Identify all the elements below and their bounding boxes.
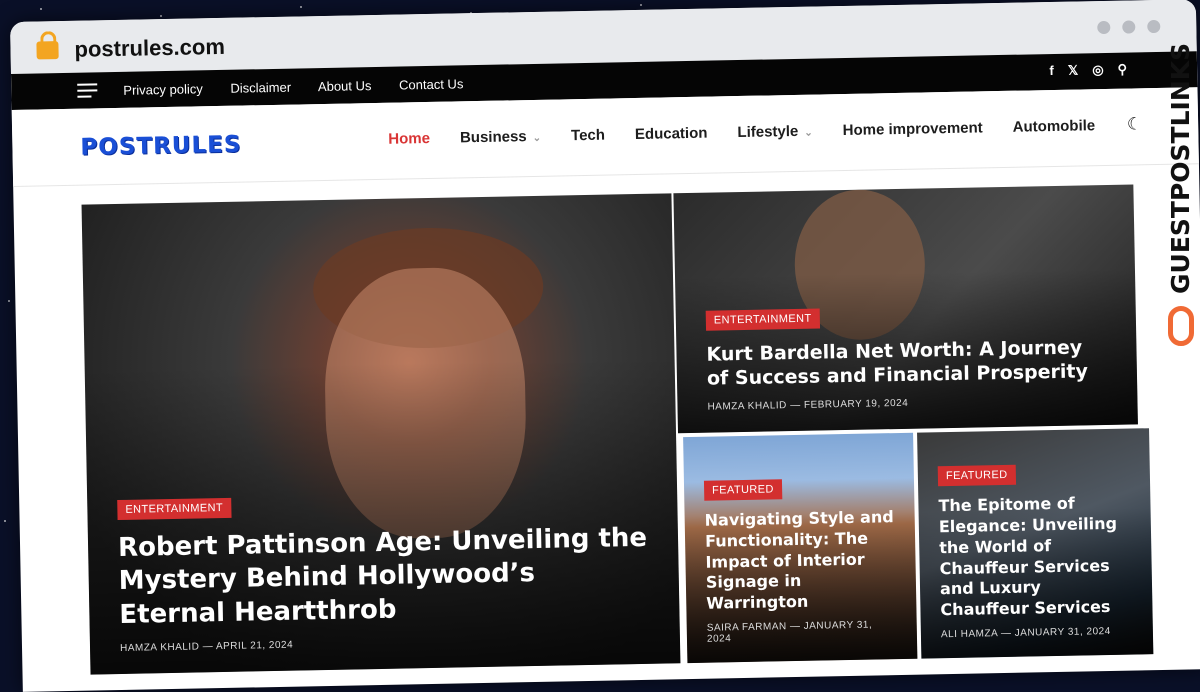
nav-item-education[interactable]: Education [635, 125, 708, 143]
article-date: FEBRUARY 19, 2024 [803, 397, 909, 411]
featured-article-card[interactable]: FEATURED Navigating Style and Functional… [683, 432, 918, 664]
article-date: APRIL 21, 2024 [215, 639, 294, 653]
article-author[interactable]: ALI HAMZA [941, 628, 998, 640]
search-icon[interactable]: ⚲ [1117, 62, 1127, 78]
category-badge[interactable]: ENTERTAINMENT [705, 308, 820, 331]
nav-item-home-improvement[interactable]: Home improvement [843, 119, 983, 139]
article-title[interactable]: Robert Pattinson Age: Unveiling the Myst… [118, 521, 650, 633]
article-meta: SAIRA FARMAN — JANUARY 31, 2024 [706, 619, 873, 645]
facebook-icon[interactable]: f [1049, 63, 1054, 79]
watermark: GUESTPOSTLINKS [1162, 43, 1200, 360]
lock-icon [36, 41, 59, 60]
nav-item-business[interactable]: Business ⌄ [459, 128, 542, 147]
category-badge[interactable]: FEATURED [937, 465, 1016, 487]
dark-mode-moon-icon[interactable]: ☾ [1127, 114, 1143, 134]
watermark-text: GUESTPOSTLINKS [1166, 42, 1195, 294]
window-dot-icon[interactable] [1147, 19, 1161, 34]
article-date: JANUARY 31, 2024 [1014, 625, 1111, 639]
top-link-contact-us[interactable]: Contact Us [399, 76, 464, 92]
window-controls [1097, 19, 1161, 35]
top-link-about-us[interactable]: About Us [318, 78, 372, 94]
article-author[interactable]: HAMZA KHALID [120, 641, 200, 654]
top-link-privacy-policy[interactable]: Privacy policy [123, 81, 203, 98]
top-links: Privacy policy Disclaimer About Us Conta… [123, 75, 487, 98]
featured-grid: ENTERTAINMENT Robert Pattinson Age: Unve… [81, 184, 1154, 675]
featured-article-card[interactable]: ENTERTAINMENT Robert Pattinson Age: Unve… [81, 193, 681, 675]
article-title[interactable]: Navigating Style and Functionality: The … [705, 507, 899, 615]
chevron-down-icon: ⌄ [804, 127, 813, 139]
featured-article-card[interactable]: FEATURED The Epitome of Elegance: Unveil… [917, 428, 1154, 659]
article-title[interactable]: Kurt Bardella Net Worth: A Journey of Su… [706, 335, 1107, 392]
article-author[interactable]: HAMZA KHALID [707, 400, 787, 413]
nav-item-automobile[interactable]: Automobile [1013, 117, 1096, 136]
address-bar-url[interactable]: postrules.com [74, 34, 225, 63]
featured-article-card[interactable]: ENTERTAINMENT Kurt Bardella Net Worth: A… [673, 184, 1138, 434]
nav-menu: Home Business ⌄ Tech Education Lifestyle ⌄… [388, 117, 1095, 148]
chevron-down-icon: ⌄ [532, 132, 542, 144]
window-dot-icon[interactable] [1097, 20, 1111, 35]
site-logo[interactable]: POSTRULES [80, 132, 241, 161]
link-chain-icon [1168, 306, 1194, 346]
instagram-icon[interactable]: ◎ [1092, 62, 1104, 78]
nav-item-label: Business [459, 128, 527, 147]
nav-item-label: Lifestyle [737, 122, 799, 142]
category-badge[interactable]: ENTERTAINMENT [117, 497, 232, 520]
top-link-disclaimer[interactable]: Disclaimer [230, 79, 291, 95]
hamburger-menu-icon[interactable] [77, 83, 98, 98]
article-author[interactable]: SAIRA FARMAN [707, 621, 787, 634]
x-twitter-icon[interactable]: 𝕏 [1068, 63, 1079, 79]
category-badge[interactable]: FEATURED [703, 479, 782, 501]
social-links: f 𝕏 ◎ ⚲ [1049, 62, 1127, 79]
article-title[interactable]: The Epitome of Elegance: Unveiling the W… [938, 493, 1134, 621]
window-dot-icon[interactable] [1122, 20, 1136, 34]
nav-item-tech[interactable]: Tech [571, 127, 605, 145]
nav-item-home[interactable]: Home [388, 130, 430, 148]
browser-window: postrules.com Privacy policy Disclaimer … [10, 0, 1200, 692]
nav-item-lifestyle[interactable]: Lifestyle ⌄ [737, 123, 813, 141]
